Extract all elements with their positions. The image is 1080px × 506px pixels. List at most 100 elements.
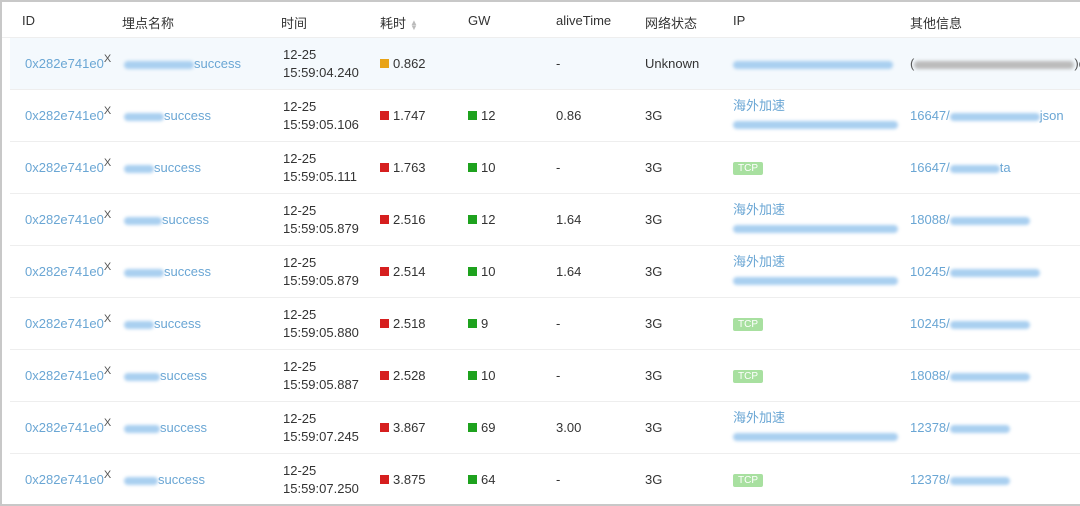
close-icon[interactable]: X [104, 105, 111, 117]
event-id: 0x282e741e0 [25, 108, 104, 123]
name-blurred [124, 476, 158, 485]
other-blurred [914, 60, 1075, 69]
event-date: 12-25 [283, 151, 317, 166]
close-icon[interactable]: X [104, 365, 111, 377]
other-info[interactable]: 16647/ta [910, 160, 1011, 175]
event-clock: 15:59:05.879 [283, 273, 359, 288]
table-row[interactable]: 0x282e741e0X success 12-25 15:59:05.879 2… [10, 246, 1080, 298]
network-status: 3G [645, 316, 663, 331]
event-clock: 15:59:04.240 [283, 65, 359, 80]
ip-value-blurred[interactable] [733, 432, 898, 441]
gw-value: 64 [481, 472, 496, 487]
event-date: 12-25 [283, 99, 317, 114]
other-info[interactable]: 10245/ [910, 316, 1030, 331]
ip-label[interactable]: 海外加速 [733, 254, 785, 269]
event-id: 0x282e741e0 [25, 160, 104, 175]
header-ip: IP [733, 13, 746, 28]
gw-cell: 10 [468, 368, 495, 383]
other-prefix: 12378/ [910, 472, 950, 487]
close-icon[interactable]: X [104, 417, 111, 429]
name-blurred [124, 112, 164, 121]
event-time: 12-25 15:59:05.106 [283, 98, 359, 134]
other-info[interactable]: 18088/ [910, 368, 1030, 383]
name-blurred [124, 216, 162, 225]
event-id-link[interactable]: 0x282e741e0X [25, 417, 111, 435]
other-info[interactable]: 16647/json [910, 108, 1064, 123]
gw-value: 12 [481, 212, 496, 227]
cost-cell: 1.747 [380, 108, 426, 123]
ip-value-blurred[interactable] [733, 276, 898, 285]
status-square-icon [468, 319, 477, 328]
cost-value: 1.747 [393, 108, 426, 123]
table-row[interactable]: 0x282e741e0X success 12-25 15:59:05.887 2… [10, 350, 1080, 402]
other-suffix: ta [999, 160, 1011, 175]
event-name[interactable]: success [124, 264, 211, 279]
event-name[interactable]: success [124, 368, 207, 383]
other-blurred [949, 372, 1030, 381]
alive-time: - [556, 316, 561, 331]
ip-label[interactable]: 海外加速 [733, 202, 785, 217]
table-row[interactable]: 0x282e741e0X success 12-25 15:59:05.880 2… [10, 298, 1080, 350]
event-id: 0x282e741e0 [25, 472, 104, 487]
event-clock: 15:59:05.106 [283, 117, 359, 132]
name-blurred [124, 372, 160, 381]
event-id-link[interactable]: 0x282e741e0X [25, 209, 111, 227]
event-name[interactable]: success [124, 160, 201, 175]
event-name[interactable]: success [124, 108, 211, 123]
event-name-suffix: success [194, 56, 241, 71]
event-id-link[interactable]: 0x282e741e0X [25, 105, 111, 123]
close-icon[interactable]: X [104, 53, 111, 65]
event-id-link[interactable]: 0x282e741e0X [25, 157, 111, 175]
table-row[interactable]: 0x282e741e0X success 12-25 15:59:07.245 3… [10, 402, 1080, 454]
ip-label[interactable]: 海外加速 [733, 410, 785, 425]
event-id-link[interactable]: 0x282e741e0X [25, 365, 111, 383]
other-info[interactable]: 10245/ [910, 264, 1040, 279]
gw-value: 69 [481, 420, 496, 435]
name-blurred [124, 60, 194, 69]
event-time: 12-25 15:59:05.111 [283, 150, 357, 186]
other-info[interactable]: 12378/ [910, 472, 1010, 487]
other-info[interactable]: 18088/ [910, 212, 1030, 227]
header-cost-label: 耗时 [380, 16, 407, 31]
other-prefix: 16647/ [910, 160, 950, 175]
status-square-icon [380, 319, 389, 328]
table-row[interactable]: 0x282e741e0X success 12-25 15:59:05.879 2… [10, 194, 1080, 246]
table-row[interactable]: 0x282e741e0X success 12-25 15:59:05.106 1… [10, 90, 1080, 142]
event-name[interactable]: success [124, 56, 241, 71]
cost-cell: 2.528 [380, 368, 426, 383]
close-icon[interactable]: X [104, 157, 111, 169]
event-name[interactable]: success [124, 472, 205, 487]
event-id: 0x282e741e0 [25, 264, 104, 279]
other-info[interactable]: 12378/ [910, 420, 1010, 435]
table-row[interactable]: 0x282e741e0X success 12-25 15:59:07.250 3… [10, 454, 1080, 504]
header-cost[interactable]: 耗时 ▲ ▼ [380, 13, 418, 32]
event-time: 12-25 15:59:07.245 [283, 410, 359, 446]
event-id: 0x282e741e0 [25, 368, 104, 383]
event-name[interactable]: success [124, 212, 209, 227]
close-icon[interactable]: X [104, 261, 111, 273]
close-icon[interactable]: X [104, 469, 111, 481]
gw-value: 10 [481, 160, 496, 175]
event-id-link[interactable]: 0x282e741e0X [25, 261, 111, 279]
sort-icon[interactable]: ▲ ▼ [410, 18, 418, 31]
close-icon[interactable]: X [104, 209, 111, 221]
table-header: ID 埋点名称 时间 耗时 ▲ ▼ GW aliveTime 网络状态 IP 其他信… [2, 2, 1080, 38]
table-row[interactable]: 0x282e741e0X success 12-25 15:59:04.240 0… [10, 38, 1080, 90]
header-gw: GW [468, 13, 491, 28]
event-id-link[interactable]: 0x282e741e0X [25, 53, 111, 71]
table-row[interactable]: 0x282e741e0X success 12-25 15:59:05.111 1… [10, 142, 1080, 194]
ip-label[interactable]: 海外加速 [733, 98, 785, 113]
event-name[interactable]: success [124, 420, 207, 435]
ip-value-blurred[interactable] [733, 120, 898, 129]
event-name[interactable]: success [124, 316, 201, 331]
status-square-icon [380, 215, 389, 224]
ip-value-blurred[interactable] [733, 224, 898, 233]
close-icon[interactable]: X [104, 313, 111, 325]
events-table: ID 埋点名称 时间 耗时 ▲ ▼ GW aliveTime 网络状态 IP 其他信… [0, 0, 1080, 506]
event-id: 0x282e741e0 [25, 420, 104, 435]
event-date: 12-25 [283, 359, 317, 374]
event-clock: 15:59:05.879 [283, 221, 359, 236]
event-id-link[interactable]: 0x282e741e0X [25, 469, 111, 487]
gw-cell: 9 [468, 316, 488, 331]
event-id-link[interactable]: 0x282e741e0X [25, 313, 111, 331]
